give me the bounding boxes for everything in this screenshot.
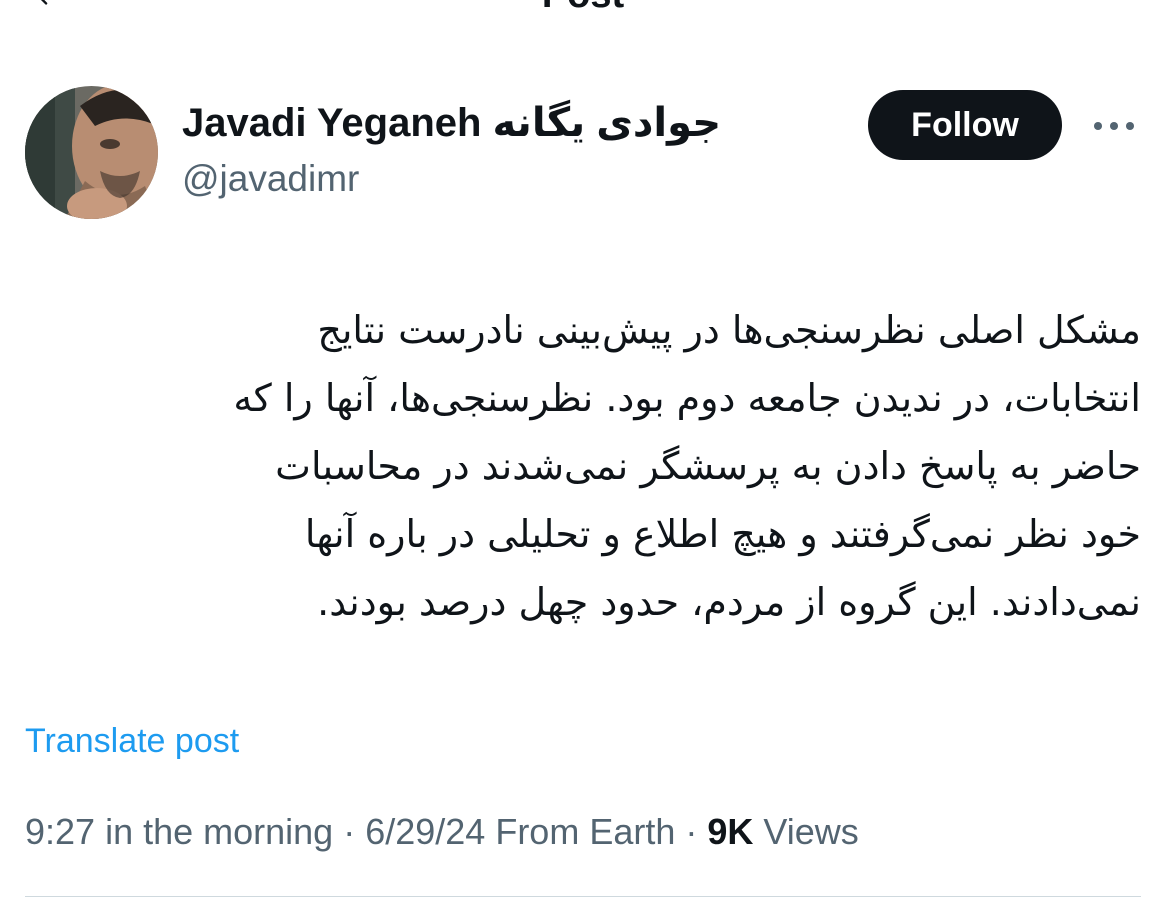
profile-photo-image [25, 86, 158, 219]
post-date[interactable]: 6/29/24 [365, 811, 485, 852]
post-text-line: انتخابات، در ندیدن جامعه دوم بود. نظرسنج… [233, 376, 1141, 420]
post-source: From Earth [485, 811, 676, 852]
meta-separator: · [333, 811, 366, 852]
post-text-line: نمی‌دادند. این گروه از مردم، حدود چهل در… [317, 580, 1141, 624]
views-count: 9K [707, 811, 754, 852]
post-time[interactable]: 9:27 in the morning [25, 811, 333, 852]
post-text: مشکل اصلی نظرسنجی‌ها در پیش‌بینی نادرست … [25, 296, 1141, 636]
avatar[interactable] [25, 86, 158, 219]
author-handle[interactable]: @javadimr [182, 158, 359, 200]
translate-post-link[interactable]: Translate post [25, 722, 239, 761]
follow-button[interactable]: Follow [868, 90, 1062, 160]
page-title: Post [0, 0, 1166, 12]
post-text-line: حاضر به پاسخ دادن به پرسشگر نمی‌شدند در … [275, 444, 1141, 488]
author-name[interactable]: Javadi Yeganeh جوادی یگانه [182, 100, 721, 146]
top-bar: Post [0, 0, 1166, 12]
divider [25, 896, 1141, 897]
meta-separator: · [675, 811, 708, 852]
ellipsis-icon[interactable] [1090, 112, 1138, 140]
post-meta: 9:27 in the morning · 6/29/24 From Earth… [25, 811, 859, 853]
post-text-line: مشکل اصلی نظرسنجی‌ها در پیش‌بینی نادرست … [317, 308, 1141, 352]
views-label: Views [753, 811, 859, 852]
post-text-line: خود نظر نمی‌گرفتند و هیچ اطلاع و تحلیلی … [304, 512, 1141, 556]
